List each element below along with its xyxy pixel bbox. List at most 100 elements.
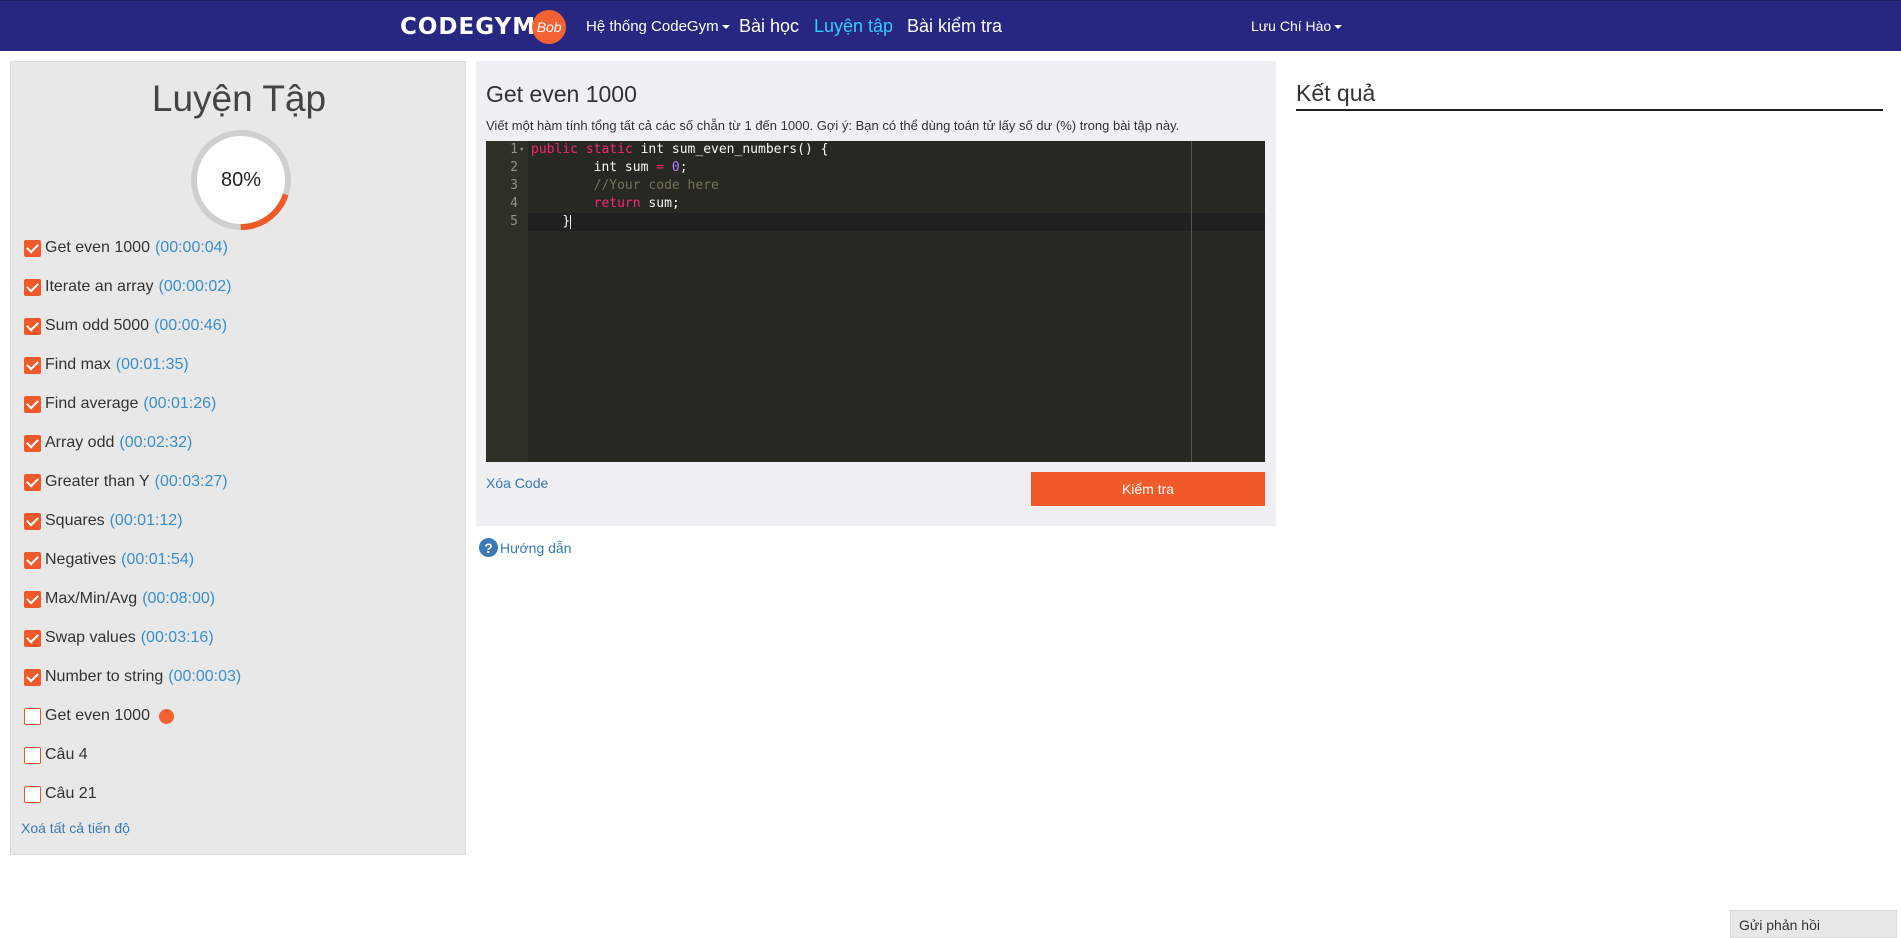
- line-number: 5: [510, 214, 518, 229]
- task-item[interactable]: Squares (00:01:12): [24, 510, 183, 532]
- line-number: 4: [510, 196, 518, 211]
- task-time: (00:03:16): [140, 629, 214, 646]
- task-time: (00:00:02): [158, 278, 232, 295]
- task-name: Get even 1000: [45, 707, 150, 724]
- task-time: (00:01:12): [109, 512, 183, 529]
- checked-checkbox[interactable]: [24, 668, 41, 686]
- task-name: Swap values: [45, 629, 136, 646]
- caret-down-icon: [1334, 25, 1343, 30]
- task-time: (00:00:03): [168, 668, 242, 685]
- task-name: Câu 4: [45, 746, 88, 763]
- print-margin: [1191, 141, 1192, 462]
- task-time: (00:01:26): [143, 395, 217, 412]
- help-label: Hướng dẫn: [500, 539, 572, 556]
- user-name: Lưu Chí Hào: [1251, 18, 1332, 34]
- task-item[interactable]: Find max (00:01:35): [24, 354, 189, 376]
- text-cursor: [570, 214, 572, 229]
- task-time: (00:00:46): [154, 317, 228, 334]
- task-item[interactable]: Câu 4: [24, 744, 88, 766]
- task-time: (00:00:04): [154, 239, 228, 256]
- checked-checkbox[interactable]: [24, 629, 41, 647]
- task-item[interactable]: Max/Min/Avg (00:08:00): [24, 588, 215, 610]
- task-item[interactable]: Negatives (00:01:54): [24, 549, 194, 571]
- codegym-logo[interactable]: CODEGYM Bob: [400, 10, 567, 44]
- task-time: (00:03:27): [154, 473, 228, 490]
- feedback-button[interactable]: Gửi phản hồi: [1730, 910, 1897, 938]
- checked-checkbox[interactable]: [24, 278, 41, 296]
- checked-checkbox[interactable]: [24, 590, 41, 608]
- progress-percent: 80%: [220, 169, 262, 191]
- result-title: Kết quả: [1296, 80, 1883, 111]
- checked-checkbox[interactable]: [24, 239, 41, 257]
- user-menu[interactable]: Lưu Chí Hào: [1251, 1, 1343, 52]
- task-item[interactable]: Array odd (00:02:32): [24, 432, 192, 454]
- task-name: Iterate an array: [45, 278, 154, 295]
- task-item[interactable]: Greater than Y (00:03:27): [24, 471, 228, 493]
- task-item[interactable]: Iterate an array (00:00:02): [24, 276, 231, 298]
- unchecked-checkbox[interactable]: [24, 746, 41, 764]
- exercise-description: Viết một hàm tính tổng tất cả các số chẵ…: [486, 118, 1180, 133]
- checked-checkbox[interactable]: [24, 317, 41, 335]
- task-item[interactable]: Get even 1000: [24, 705, 174, 727]
- nav-practice[interactable]: Luyện tập: [814, 1, 893, 52]
- task-item[interactable]: Number to string (00:00:03): [24, 666, 241, 688]
- editor-gutter: 1 ▾ 2 3 4 5: [486, 141, 528, 462]
- nav-system-dropdown[interactable]: Hệ thống CodeGym: [586, 1, 730, 52]
- caret-down-icon: [721, 25, 730, 30]
- nav-lessons[interactable]: Bài học: [739, 1, 799, 52]
- task-name: Max/Min/Avg: [45, 590, 138, 607]
- task-item[interactable]: Swap values (00:03:16): [24, 627, 214, 649]
- checked-checkbox[interactable]: [24, 356, 41, 374]
- task-name: Find max: [45, 356, 111, 373]
- task-item[interactable]: Find average (00:01:26): [24, 393, 216, 415]
- help-link[interactable]: ? Hướng dẫn: [479, 538, 571, 557]
- logo-badge: Bob: [532, 10, 567, 44]
- checked-checkbox[interactable]: [24, 512, 41, 530]
- task-time: (00:01:54): [121, 551, 195, 568]
- task-name: Sum odd 5000: [45, 317, 150, 334]
- nav-system-label: Hệ thống CodeGym: [586, 18, 719, 35]
- check-button[interactable]: Kiểm tra: [1031, 472, 1265, 506]
- checked-checkbox[interactable]: [24, 434, 41, 452]
- clear-all-progress-link[interactable]: Xoá tất cả tiến độ: [21, 820, 130, 836]
- code-line-5: }: [562, 214, 572, 229]
- task-name: Array odd: [45, 434, 115, 451]
- logo-text: CODEGYM: [400, 14, 537, 40]
- line-number: 1: [510, 142, 518, 157]
- task-name: Câu 21: [45, 785, 97, 802]
- code-line-1: public static int sum_even_numbers() {: [531, 142, 829, 157]
- active-line-highlight: [528, 213, 1265, 231]
- task-time: (00:08:00): [142, 590, 216, 607]
- checked-checkbox[interactable]: [24, 395, 41, 413]
- task-name: Greater than Y: [45, 473, 150, 490]
- checked-checkbox[interactable]: [24, 473, 41, 491]
- unchecked-checkbox[interactable]: [24, 785, 41, 803]
- code-line-2: int sum = 0;: [593, 160, 688, 175]
- task-name: Get even 1000: [45, 239, 150, 256]
- code-line-3: //Your code here: [593, 178, 719, 193]
- task-item[interactable]: Get even 1000 (00:00:04): [24, 237, 228, 259]
- sidebar-title: Luyện Tập: [151, 78, 327, 119]
- code-editor[interactable]: 1 ▾ 2 3 4 5 public static int sum_even_n…: [486, 141, 1265, 462]
- task-name: Find average: [45, 395, 139, 412]
- task-time: (00:02:32): [119, 434, 193, 451]
- task-item[interactable]: Câu 21: [24, 783, 97, 805]
- checked-checkbox[interactable]: [24, 551, 41, 569]
- line-number: 3: [510, 178, 518, 193]
- fold-arrow-icon[interactable]: ▾: [519, 141, 527, 159]
- practice-sidebar: Luyện Tập 80% Get even 1000 (00:00:04) Ite…: [10, 61, 466, 855]
- task-item[interactable]: Sum odd 5000 (00:00:46): [24, 315, 227, 337]
- code-line-4: return sum;: [593, 196, 680, 211]
- question-icon: ?: [479, 538, 498, 557]
- task-name: Squares: [45, 512, 105, 529]
- line-number: 2: [510, 160, 518, 175]
- task-name: Number to string: [45, 668, 164, 685]
- clear-code-link[interactable]: Xóa Code: [486, 475, 548, 491]
- current-task-dot-icon: [158, 708, 174, 724]
- unchecked-checkbox[interactable]: [24, 707, 41, 725]
- task-name: Negatives: [45, 551, 117, 568]
- nav-tests[interactable]: Bài kiểm tra: [907, 1, 1002, 52]
- task-time: (00:01:35): [115, 356, 189, 373]
- top-navbar: CODEGYM Bob Hệ thống CodeGym Bài học Luy…: [0, 0, 1901, 51]
- exercise-title: Get even 1000: [486, 81, 637, 107]
